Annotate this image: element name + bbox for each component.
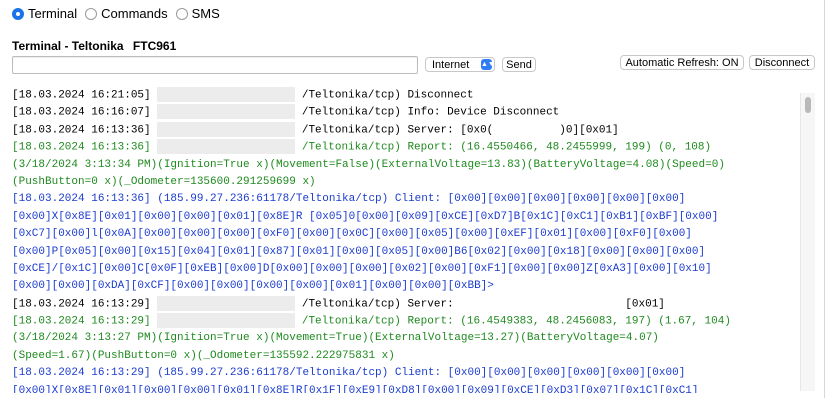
- page-title: Terminal - Teltonika FTC961: [12, 39, 176, 53]
- radio-terminal-indicator[interactable]: [12, 7, 24, 20]
- log-line-timestamp: [18.03.2024 16:13:36]: [12, 124, 151, 137]
- log-line-message: [0xCE]/[0x1C][0x00]C[0x0F][0xEB][0x00]D[…: [12, 262, 712, 275]
- command-input[interactable]: [12, 56, 418, 74]
- log-line-timestamp: [18.03.2024 16:13:29]: [12, 315, 151, 328]
- log-line-message: (PushButton=0 x)(_Odometer=135600.291259…: [12, 175, 316, 188]
- disconnect-button[interactable]: Disconnect: [749, 55, 815, 70]
- log-line-message: [0x00]P[0x05][0x00][0x15][0x04][0x01][0x…: [12, 245, 706, 258]
- log-line: [0x00][0x00][0xDA][0xCF][0x00][0x00][0x0…: [12, 278, 812, 295]
- log-line-message: [0x00]X[0x8E][0x01][0x00][0x00][0x01][0x…: [12, 210, 719, 223]
- log-line: (3/18/2024 3:13:34 PM)(Ignition=True x)(…: [12, 157, 812, 174]
- log-line-message: [18.03.2024 16:13:36] (185.99.27.236:611…: [12, 193, 686, 206]
- log-line-timestamp: [18.03.2024 16:16:07]: [12, 106, 151, 119]
- log-line: [18.03.2024 16:16:07] /Teltonika/tcp) In…: [12, 104, 812, 121]
- log-line-timestamp: [18.03.2024 16:21:05]: [12, 89, 151, 102]
- log-line: [18.03.2024 16:13:29] /Teltonika/tcp) Se…: [12, 295, 812, 313]
- log-line: [0x00]X[0x8E][0x01][0x00][0x00][0x01][0x…: [12, 209, 812, 226]
- redacted-address: [157, 121, 296, 137]
- log-line-message: [0xC7][0x00]l[0x0A][0x00][0x00][0x00][0x…: [12, 228, 692, 241]
- log-line: (3/18/2024 3:13:27 PM)(Ignition=True x)(…: [12, 330, 812, 347]
- auto-refresh-button[interactable]: Automatic Refresh: ON: [620, 55, 744, 70]
- radio-sms-label: SMS: [191, 6, 220, 21]
- log-line-message: [0x00]X[0x8E][0x01][0x00][0x00][0x01][0x…: [12, 384, 699, 393]
- redacted-address: [157, 104, 296, 120]
- log-line-timestamp: [18.03.2024 16:13:36]: [12, 141, 151, 154]
- log-line-message: /Teltonika/tcp) Server: [0x0( )0][0x01]: [301, 124, 619, 137]
- radio-terminal-label: Terminal: [28, 6, 78, 21]
- log-scrollbar-thumb[interactable]: [805, 97, 811, 113]
- radio-commands[interactable]: Commands: [85, 6, 168, 21]
- radio-sms-indicator[interactable]: [175, 7, 188, 20]
- log-line: (Speed=1.67)(PushButton=0 x)(_Odometer=1…: [12, 348, 812, 365]
- log-line: (PushButton=0 x)(_Odometer=135600.291259…: [12, 174, 812, 191]
- radio-terminal[interactable]: Terminal: [12, 6, 77, 21]
- channel-select-value: Internet: [432, 58, 470, 71]
- window-divider: [824, 0, 825, 398]
- log-line: [18.03.2024 16:13:36] /Teltonika/tcp) Se…: [12, 121, 812, 139]
- log-line: [0x00]P[0x05][0x00][0x15][0x04][0x01][0x…: [12, 244, 812, 261]
- redacted-address: [157, 295, 296, 311]
- log-line-timestamp: [18.03.2024 16:13:29]: [12, 298, 151, 311]
- log-line: [18.03.2024 16:13:29] (185.99.27.236:611…: [12, 365, 812, 382]
- radio-commands-label: Commands: [101, 6, 168, 21]
- log-line: [18.03.2024 16:21:05] /Teltonika/tcp) Di…: [12, 87, 812, 104]
- log-line: [18.03.2024 16:13:36] (185.99.27.236:611…: [12, 191, 812, 208]
- log-line-message: /Teltonika/tcp) Info: Device Disconnect: [301, 106, 560, 119]
- redacted-address: [157, 313, 296, 329]
- log-line: [0xC7][0x00]l[0x0A][0x00][0x00][0x00][0x…: [12, 226, 812, 243]
- select-chevron-icon: ▲▼: [481, 59, 495, 70]
- redacted-address: [157, 139, 296, 155]
- terminal-log: [18.03.2024 16:21:05] /Teltonika/tcp) Di…: [12, 87, 812, 393]
- log-line-message: /Teltonika/tcp) Server: [0x01]: [301, 298, 665, 311]
- log-line: [18.03.2024 16:13:36] /Teltonika/tcp) Re…: [12, 139, 812, 156]
- log-line: [18.03.2024 16:13:29] /Teltonika/tcp) Re…: [12, 313, 812, 330]
- log-line: [0x00]X[0x8E][0x01][0x00][0x00][0x01][0x…: [12, 383, 812, 393]
- log-scrollbar[interactable]: [800, 93, 815, 391]
- send-button[interactable]: Send: [502, 57, 536, 72]
- log-line-message: /Teltonika/tcp) Report: (16.4549383, 48.…: [301, 315, 731, 328]
- redacted-address: [157, 87, 296, 102]
- log-line-message: (3/18/2024 3:13:34 PM)(Ignition=True x)(…: [12, 158, 725, 171]
- log-line-message: /Teltonika/tcp) Disconnect: [301, 89, 474, 102]
- log-line: [0xCE]/[0x1C][0x00]C[0x0F][0xEB][0x00]D[…: [12, 261, 812, 278]
- log-line-message: [18.03.2024 16:13:29] (185.99.27.236:611…: [12, 367, 686, 380]
- log-line-message: (Speed=1.67)(PushButton=0 x)(_Odometer=1…: [12, 349, 395, 362]
- page-title-text: Terminal - Teltonika: [12, 39, 124, 53]
- radio-sms[interactable]: SMS: [175, 6, 220, 21]
- log-line-message: (3/18/2024 3:13:27 PM)(Ignition=True x)(…: [12, 332, 659, 345]
- log-line-message: [0x00][0x00][0xDA][0xCF][0x00][0x00][0x0…: [12, 280, 494, 293]
- channel-select[interactable]: Internet ▲▼: [425, 57, 495, 72]
- log-line-message: /Teltonika/tcp) Report: (16.4550466, 48.…: [301, 141, 712, 154]
- device-name: FTC961: [132, 39, 177, 53]
- mode-radio-group: Terminal Commands SMS: [12, 6, 228, 21]
- radio-commands-indicator[interactable]: [85, 7, 98, 20]
